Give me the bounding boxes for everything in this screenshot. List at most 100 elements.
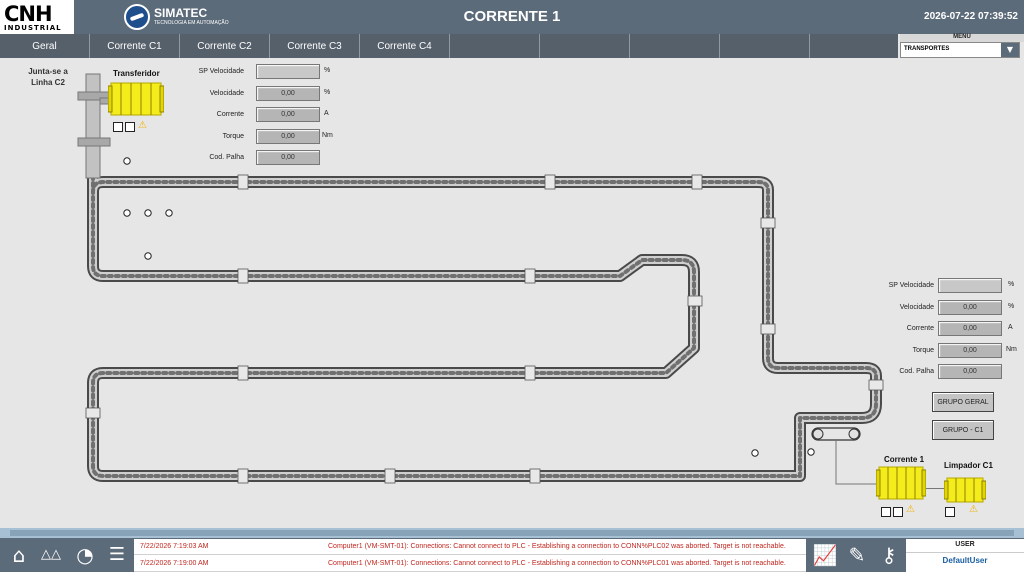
param-label: Velocidade xyxy=(899,303,934,311)
corrente1-label: Corrente 1 xyxy=(884,455,925,464)
horizontal-scrollbar[interactable] xyxy=(0,528,1024,538)
tab-empty-4[interactable] xyxy=(720,34,810,58)
cod-palha-value: 0,00 xyxy=(256,150,320,165)
alarm-list[interactable]: 7/22/2026 7:19:03 AM Computer1 (VM-SMT-0… xyxy=(134,539,806,572)
alarm-time: 7/22/2026 7:19:00 AM xyxy=(140,560,209,567)
param-label: SP Velocidade xyxy=(888,282,934,289)
chain-tensioner xyxy=(811,427,861,441)
chain-clamp xyxy=(687,295,703,307)
param-panel-top: SP Velocidade % Velocidade 0,00 % Corren… xyxy=(190,64,340,172)
tab-empty-3[interactable] xyxy=(630,34,720,58)
user-name: DefaultUser xyxy=(942,556,988,565)
tools-icon[interactable]: ✎ xyxy=(842,540,872,570)
datetime-display: 2026-07-22 07:39:52 xyxy=(924,11,1018,22)
param-unit: Nm xyxy=(1006,345,1017,353)
tab-empty-1[interactable] xyxy=(450,34,540,58)
corrente-value: 0,00 xyxy=(938,321,1002,336)
transferidor-motor[interactable] xyxy=(108,80,164,118)
sensor-indicator xyxy=(123,157,131,165)
param-row-corrente: Corrente 0,00 A xyxy=(870,321,1020,343)
chain-clamp xyxy=(237,365,249,381)
param-unit: % xyxy=(1008,302,1015,310)
home-icon[interactable]: ⌂ xyxy=(4,540,34,570)
user-panel[interactable]: USER DefaultUser xyxy=(906,539,1024,572)
sensor-indicator xyxy=(807,448,815,456)
param-label: Torque xyxy=(222,132,244,140)
param-row-sp-velocidade: SP Velocidade % xyxy=(870,278,1020,300)
sensor-indicator xyxy=(144,209,152,217)
param-panel-right: SP Velocidade % Velocidade 0,00 % Corren… xyxy=(870,278,1020,386)
chain-clamp xyxy=(85,407,101,419)
param-row-torque: Torque 0,00 Nm xyxy=(870,342,1020,365)
chain-clamp xyxy=(529,468,541,484)
sp-velocidade-input[interactable] xyxy=(256,64,320,79)
page-title: CORRENTE 1 xyxy=(463,8,561,25)
tab-corrente-c4[interactable]: Corrente C4 xyxy=(360,34,450,58)
grupo-geral-button[interactable]: GRUPO GERAL xyxy=(932,392,994,412)
param-unit: Nm xyxy=(322,131,333,139)
sensor-indicator xyxy=(165,209,173,217)
param-row-cod-palha: Cod. Palha 0,00 xyxy=(190,150,340,172)
param-row-velocidade: Velocidade 0,00 % xyxy=(870,299,1020,322)
param-unit: A xyxy=(1008,324,1013,331)
group-icon[interactable]: △△ xyxy=(36,540,66,570)
alarm-row[interactable]: 7/22/2026 7:19:00 AM Computer1 (VM-SMT-0… xyxy=(134,556,806,572)
menu-select[interactable]: TRANSPORTES ▼ xyxy=(900,42,1020,58)
conveyor-chain xyxy=(87,170,882,482)
alarm-row[interactable]: 7/22/2026 7:19:03 AM Computer1 (VM-SMT-0… xyxy=(134,539,806,555)
logo-sub: INDUSTRIAL xyxy=(4,24,62,32)
key-icon[interactable]: ⚷ xyxy=(874,540,904,570)
tab-corrente-c2[interactable]: Corrente C2 xyxy=(180,34,270,58)
limpador-motor[interactable] xyxy=(944,476,986,504)
param-label: Corrente xyxy=(216,111,244,118)
grupo-c1-button[interactable]: GRUPO - C1 xyxy=(932,420,994,440)
shaft-flange xyxy=(77,137,111,147)
hmi-screen: CNH INDUSTRIAL SIMATEC TECNOLOGIA EM AUT… xyxy=(0,0,1024,572)
header-bar: CNH INDUSTRIAL SIMATEC TECNOLOGIA EM AUT… xyxy=(0,0,1024,34)
menu-selected-value: TRANSPORTES xyxy=(904,46,950,52)
chain-clamp xyxy=(237,174,249,190)
gauge-icon[interactable]: ◔ xyxy=(70,540,100,570)
param-row-cod-palha: Cod. Palha 0,00 xyxy=(870,364,1020,386)
velocidade-value: 0,00 xyxy=(256,85,320,101)
sensor-indicator xyxy=(751,449,759,457)
corrente1-motor[interactable] xyxy=(876,464,926,502)
chain-clamp xyxy=(237,268,249,284)
transfer-shaft xyxy=(85,73,101,179)
tab-empty-5[interactable] xyxy=(810,34,898,58)
param-row-torque: Torque 0,00 Nm xyxy=(190,128,340,151)
param-unit: % xyxy=(1008,281,1015,288)
tab-geral[interactable]: Geral xyxy=(0,34,90,58)
param-label: SP Velocidade xyxy=(198,68,244,75)
status-box-icon xyxy=(893,507,903,517)
trend-icon[interactable]: 📈 xyxy=(810,540,840,570)
sp-velocidade-input[interactable] xyxy=(938,278,1002,293)
sensor-indicator xyxy=(144,252,152,260)
tab-corrente-c3[interactable]: Corrente C3 xyxy=(270,34,360,58)
menu-label: MENU xyxy=(900,34,1024,42)
transferidor-label: Transferidor xyxy=(113,69,160,78)
nav-bar: Geral Corrente C1 Corrente C2 Corrente C… xyxy=(0,34,898,58)
list-icon[interactable]: ☰ xyxy=(102,540,132,570)
motor-link-line xyxy=(926,488,944,489)
status-box-icon xyxy=(881,507,891,517)
torque-value: 0,00 xyxy=(938,342,1002,358)
param-label: Cod. Palha xyxy=(899,368,934,375)
tab-corrente-c1[interactable]: Corrente C1 xyxy=(90,34,180,58)
chevron-down-icon[interactable]: ▼ xyxy=(1001,43,1019,57)
param-label: Corrente xyxy=(906,325,934,332)
param-row-corrente: Corrente 0,00 A xyxy=(190,107,340,129)
user-label: USER xyxy=(906,541,1024,553)
status-box-icon xyxy=(113,122,123,132)
velocidade-value: 0,00 xyxy=(938,299,1002,315)
alarm-message: Computer1 (VM-SMT-01): Connections: Cann… xyxy=(328,560,786,567)
status-box-icon xyxy=(125,122,135,132)
alarm-time: 7/22/2026 7:19:03 AM xyxy=(140,543,209,550)
tab-empty-2[interactable] xyxy=(540,34,630,58)
chain-clamp xyxy=(384,468,396,484)
scrollbar-thumb[interactable] xyxy=(10,530,1014,536)
chain-clamp xyxy=(760,323,776,335)
sensor-indicator xyxy=(123,209,131,217)
warning-icon: ⚠ xyxy=(969,504,978,515)
param-label: Cod. Palha xyxy=(209,154,244,161)
